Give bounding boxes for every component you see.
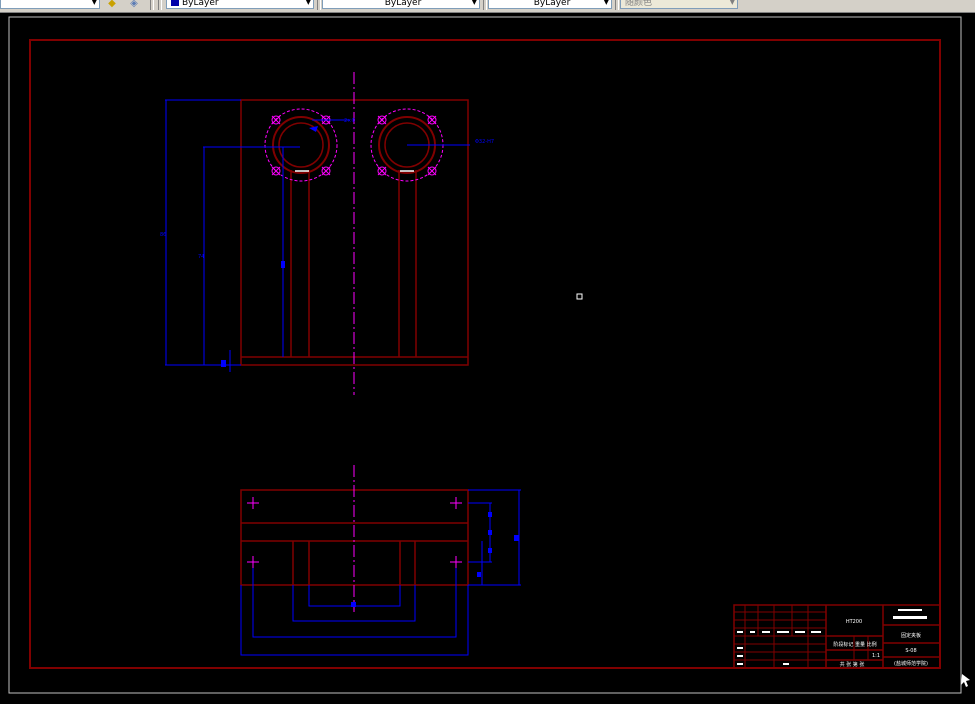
svg-text:74: 74 [198,254,204,260]
layer-states-icon[interactable]: ◈ [126,0,142,9]
left-bore [272,116,330,174]
svg-text:2×Φ: 2×Φ [344,118,355,124]
svg-text:Φ32-H7: Φ32-H7 [475,139,494,145]
toolbar-separator [615,0,619,10]
title-scale-labels: 阶段标记 重量 比例 [833,641,876,648]
title-part-name: 固定夹板 [901,632,921,639]
drawing-svg: Φ32-H7 2×Φ 86 74 HT200 阶段标记 重量 比例 1:1 共 … [8,16,970,694]
toolbar-separator [150,0,154,10]
drawing-canvas[interactable]: Φ32-H7 2×Φ 86 74 HT200 阶段标记 重量 比例 1:1 共 … [0,12,975,700]
layer-dropdown[interactable]: ▼ [0,0,100,9]
chevron-down-icon: ▼ [729,0,735,6]
chevron-down-icon: ▼ [91,0,97,6]
lineweight-dropdown[interactable]: ByLayer ▼ [488,0,612,9]
chevron-down-icon: ▼ [471,0,477,6]
linetype-dropdown[interactable]: ByLayer ▼ [322,0,480,9]
toolbar-separator [483,0,487,10]
toolbar-separator [158,0,162,10]
top-dimensions [165,99,470,372]
title-drawing-no: S-08 [905,648,916,654]
title-scale-value: 1:1 [872,653,880,659]
chevron-down-icon: ▼ [305,0,311,6]
paper-frame [8,16,962,694]
cursor-pickbox [576,293,583,300]
title-sheet: 共 张 第 张 [840,661,865,668]
plotstyle-dropdown[interactable]: 随颜色 ▼ [620,0,738,9]
toolbar-separator [317,0,321,10]
color-dropdown[interactable]: ByLayer ▼ [166,0,314,9]
title-school: (盐城师范学院) [894,660,928,667]
title-material: HT200 [846,619,862,625]
mouse-cursor-icon [961,674,970,687]
svg-text:86: 86 [160,232,166,238]
layer-manager-icon[interactable]: ◆ [104,0,120,9]
chevron-down-icon: ▼ [603,0,609,6]
color-swatch [171,0,179,6]
